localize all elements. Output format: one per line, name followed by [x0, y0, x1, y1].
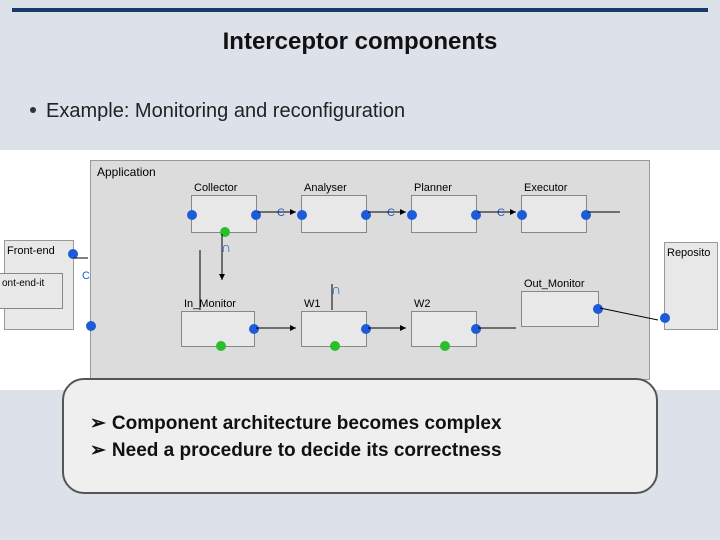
port-icon: [440, 341, 450, 351]
bullet-dot-icon: [30, 107, 36, 113]
planner-component: Planner: [411, 195, 477, 233]
application-container: Application Collector ∩ Analyser C Plann…: [90, 160, 650, 380]
w2-label: W2: [414, 298, 431, 310]
w1-component: W1: [301, 311, 367, 347]
port-icon: [187, 210, 197, 220]
callout-line-2: ➢ Need a procedure to decide its correctn…: [90, 439, 630, 462]
port-icon: [297, 210, 307, 220]
port-icon: [593, 304, 603, 314]
collector-label: Collector: [194, 182, 237, 194]
port-icon: [68, 249, 78, 259]
executor-label: Executor: [524, 182, 567, 194]
front-end-sub-label: ont-end-it: [2, 278, 44, 289]
port-icon: [517, 210, 527, 220]
in-monitor-component: In_Monitor: [181, 311, 255, 347]
front-end-inner: ont-end-it: [0, 273, 63, 309]
port-icon: [361, 210, 371, 220]
executor-component: Executor: [521, 195, 587, 233]
repository-label: Reposito: [667, 247, 710, 259]
port-icon: [471, 324, 481, 334]
architecture-diagram: Front-end ont-end-it C Reposito Applicat…: [0, 150, 720, 390]
port-icon: [660, 313, 670, 323]
planner-label: Planner: [414, 182, 452, 194]
port-icon: [330, 341, 340, 351]
page-title: Interceptor components: [0, 28, 720, 56]
half-circle-icon: ∩: [221, 239, 231, 255]
analyser-component: Analyser: [301, 195, 367, 233]
connector-label: C: [82, 270, 90, 282]
example-text: Example: Monitoring and reconfiguration: [46, 100, 405, 122]
w2-component: W2: [411, 311, 477, 347]
out-monitor-label: Out_Monitor: [524, 278, 585, 290]
in-monitor-label: In_Monitor: [184, 298, 236, 310]
port-icon: [581, 210, 591, 220]
port-icon: [407, 210, 417, 220]
front-end-label: Front-end: [7, 245, 55, 257]
w1-label: W1: [304, 298, 321, 310]
connector-label: C: [387, 207, 395, 219]
port-icon: [249, 324, 259, 334]
out-monitor-component: Out_Monitor: [521, 291, 599, 327]
summary-callout: ➢Component architecture becomes complex …: [62, 378, 658, 494]
port-icon: [251, 210, 261, 220]
connector-label: C: [277, 207, 285, 219]
callout-text-2: Need a procedure to decide its correctne…: [112, 440, 502, 461]
port-icon: [216, 341, 226, 351]
application-label: Application: [97, 165, 156, 179]
collector-component: Collector: [191, 195, 257, 233]
connector-label: C: [497, 207, 505, 219]
callout-text-1: Component architecture becomes complex: [112, 413, 502, 434]
callout-line-1: ➢ Component architecture becomes complex: [90, 412, 630, 435]
accent-bar: [12, 8, 708, 12]
example-bullet: Example: Monitoring and reconfiguration: [30, 100, 405, 123]
repository-component: Reposito: [664, 242, 718, 330]
chevron-icon: ➢: [90, 412, 106, 435]
port-icon: [86, 321, 96, 331]
port-icon: [361, 324, 371, 334]
chevron-icon: ➢: [90, 439, 106, 462]
port-icon: [220, 227, 230, 237]
half-circle-icon: ∩: [331, 281, 341, 297]
analyser-label: Analyser: [304, 182, 347, 194]
front-end-component: Front-end ont-end-it: [4, 240, 74, 330]
port-icon: [471, 210, 481, 220]
